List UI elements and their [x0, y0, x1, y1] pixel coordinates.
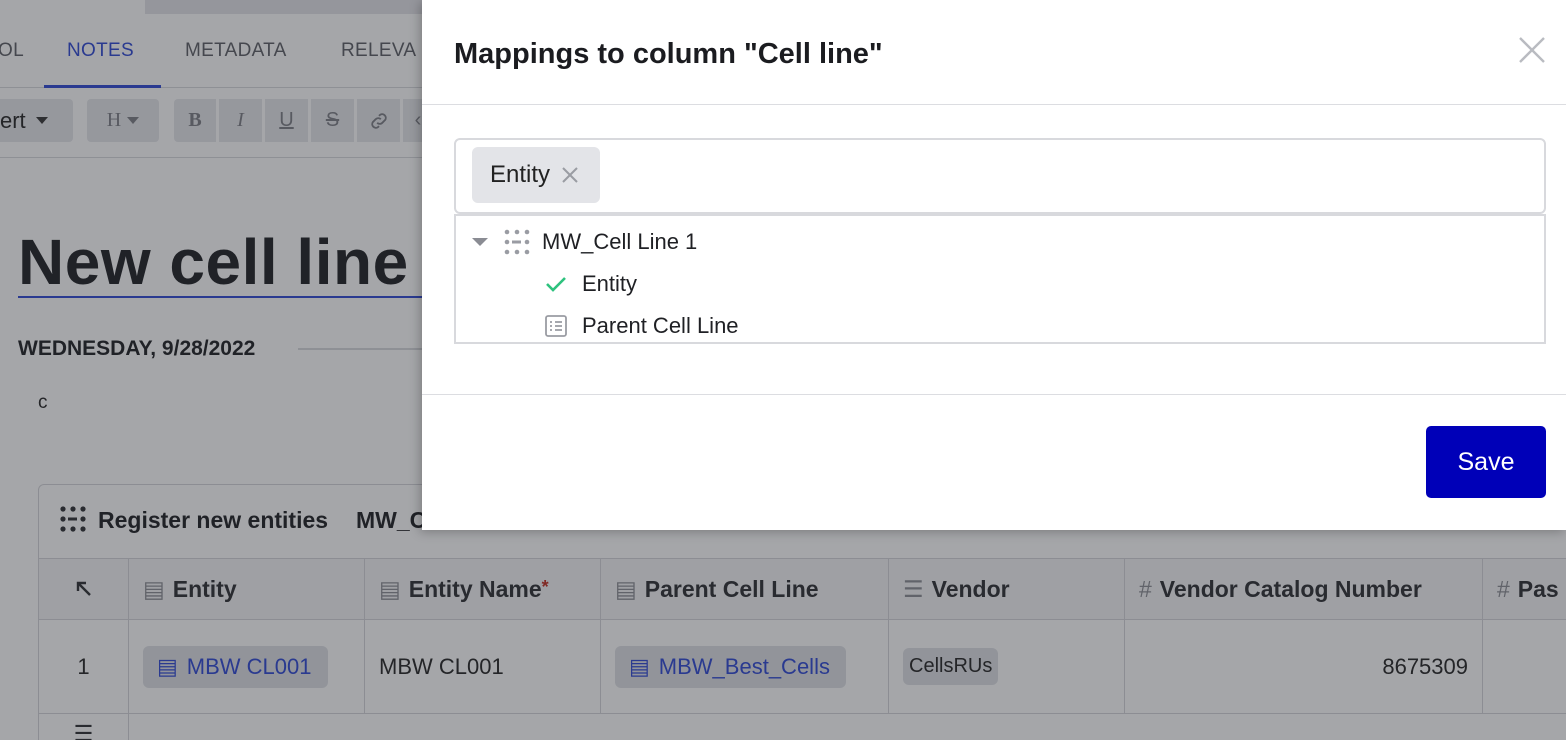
mapping-select-input[interactable]: Entity	[454, 138, 1546, 214]
dialog-footer-divider	[422, 394, 1566, 395]
selected-tag: Entity	[472, 147, 600, 203]
tree-child-label: Parent Cell Line	[582, 313, 739, 338]
dialog-title: Mappings to column "Cell line"	[454, 38, 883, 70]
tree-root-item[interactable]: MW_Cell Line 1	[472, 222, 697, 262]
tree-child-item[interactable]: Parent Cell Line	[544, 306, 739, 346]
tree-child-label: Entity	[582, 271, 638, 296]
list-icon	[545, 315, 567, 337]
dialog-divider	[422, 104, 1566, 105]
check-icon	[546, 277, 566, 292]
tree-child-item[interactable]: Entity	[544, 264, 637, 304]
collapse-caret-icon[interactable]	[472, 238, 488, 246]
schema-icon	[504, 229, 530, 255]
remove-tag-icon[interactable]	[560, 165, 580, 185]
mapping-tree: MW_Cell Line 1 Entity Parent Cell Line	[454, 214, 1546, 344]
tree-root-label: MW_Cell Line 1	[542, 229, 698, 254]
close-icon	[1519, 37, 1545, 63]
save-button[interactable]: Save	[1426, 426, 1546, 498]
close-button[interactable]	[1516, 34, 1548, 66]
mappings-dialog: Mappings to column "Cell line" Entity MW…	[422, 0, 1566, 530]
selected-tag-label: Entity	[490, 161, 551, 188]
